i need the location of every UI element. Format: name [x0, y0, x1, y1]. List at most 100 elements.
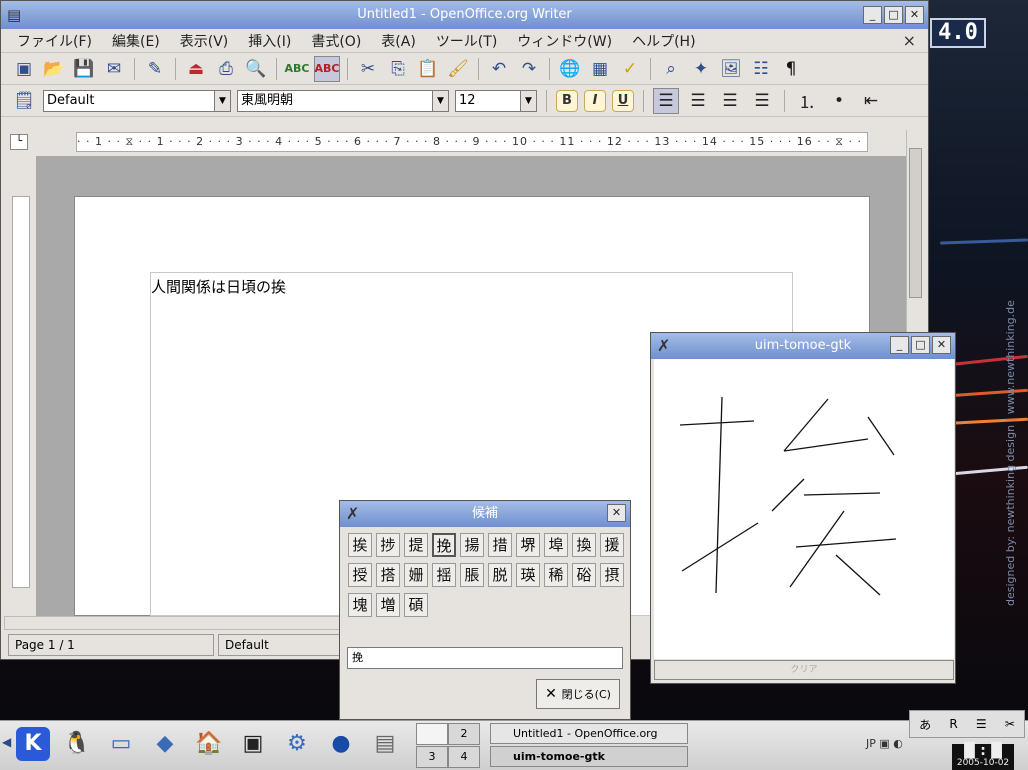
- candidate-char[interactable]: 碩: [404, 593, 428, 617]
- document-text[interactable]: 人間関係は日頃の挨: [151, 276, 286, 297]
- taskbar-scroll-left-icon[interactable]: ◀: [2, 735, 11, 749]
- menu-table[interactable]: 表(A): [371, 31, 426, 51]
- browser-globe-icon[interactable]: ●: [324, 727, 358, 761]
- candidate-char[interactable]: 姗: [404, 563, 428, 587]
- candidate-close-button[interactable]: ✕: [607, 504, 626, 522]
- candidate-char[interactable]: 揺: [432, 563, 456, 587]
- candidate-char[interactable]: 塊: [348, 593, 372, 617]
- styles-formatting-icon[interactable]: 🗒: [11, 88, 37, 114]
- kde-menu-icon[interactable]: K: [16, 727, 50, 761]
- gallery-icon[interactable]: 🖼: [718, 56, 744, 82]
- menu-file[interactable]: ファイル(F): [7, 31, 102, 51]
- candidate-char[interactable]: 硲: [572, 563, 596, 587]
- close-button[interactable]: ✕: [932, 336, 951, 354]
- minimize-button[interactable]: _: [890, 336, 909, 354]
- email-icon[interactable]: ✉: [101, 56, 127, 82]
- task-tomoe[interactable]: uim-tomoe-gtk: [490, 746, 688, 767]
- tray-display-icon[interactable]: ▣: [879, 737, 889, 750]
- underline-button[interactable]: U: [612, 89, 634, 112]
- candidate-char[interactable]: 揚: [460, 533, 484, 557]
- close-document-button[interactable]: ×: [903, 31, 916, 50]
- export-pdf-icon[interactable]: ⏏: [183, 56, 209, 82]
- draw-functions-icon[interactable]: ✓: [617, 56, 643, 82]
- tray-jp-icon[interactable]: JP: [866, 737, 876, 750]
- app-menu-icon[interactable]: ▤: [7, 1, 21, 29]
- maximize-button[interactable]: □: [884, 6, 903, 24]
- candidate-char[interactable]: 脹: [460, 563, 484, 587]
- tomoe-titlebar[interactable]: ✗ uim-tomoe-gtk _ □ ✕: [651, 333, 955, 359]
- menu-tools[interactable]: ツール(T): [426, 31, 507, 51]
- bullets-icon[interactable]: •: [826, 88, 852, 114]
- navigator-icon[interactable]: ✦: [688, 56, 714, 82]
- chevron-down-icon[interactable]: ▼: [214, 90, 230, 111]
- candidate-char[interactable]: 稀: [544, 563, 568, 587]
- tab-stop-selector[interactable]: └: [10, 134, 28, 150]
- menu-insert[interactable]: 挿入(I): [238, 31, 301, 51]
- redo-icon[interactable]: ↷: [516, 56, 542, 82]
- candidate-char[interactable]: 授: [348, 563, 372, 587]
- spellcheck-icon[interactable]: ABC: [284, 56, 310, 82]
- candidate-char[interactable]: 挨: [348, 533, 372, 557]
- candidate-char[interactable]: 援: [600, 533, 624, 557]
- save-icon[interactable]: 💾: [71, 56, 97, 82]
- clock[interactable]: ▐▌:▐▌ 2005-10-02: [952, 744, 1014, 770]
- close-button[interactable]: ✕: [905, 6, 924, 24]
- candidate-char[interactable]: 脱: [488, 563, 512, 587]
- menu-format[interactable]: 書式(O): [301, 31, 371, 51]
- home-icon[interactable]: 🏠: [192, 727, 226, 761]
- pager-desktop-3[interactable]: 3: [416, 746, 448, 768]
- menu-edit[interactable]: 編集(E): [102, 31, 170, 51]
- desktop-icon[interactable]: ◆: [148, 727, 182, 761]
- table-icon[interactable]: ▦: [587, 56, 613, 82]
- paste-icon[interactable]: 📋: [415, 56, 441, 82]
- handwriting-canvas[interactable]: [654, 359, 954, 659]
- candidate-char-selected[interactable]: 挽: [432, 533, 456, 557]
- cut-icon[interactable]: ✂: [355, 56, 381, 82]
- menu-window[interactable]: ウィンドウ(W): [507, 31, 622, 51]
- candidate-char[interactable]: 埠: [544, 533, 568, 557]
- candidate-char[interactable]: 措: [488, 533, 512, 557]
- italic-button[interactable]: I: [584, 89, 606, 112]
- horizontal-ruler[interactable]: · · 1 · · ⧖ · · 1 · · · 2 · · · 3 · · · …: [76, 132, 868, 152]
- autospellcheck-icon[interactable]: ABC: [314, 55, 340, 82]
- konqueror-icon[interactable]: ⚙: [280, 727, 314, 761]
- minimize-button[interactable]: _: [863, 6, 882, 24]
- align-center-icon[interactable]: ☰: [685, 88, 711, 114]
- format-paintbrush-icon[interactable]: 🖌: [445, 56, 471, 82]
- open-icon[interactable]: 📂: [41, 56, 67, 82]
- edit-file-icon[interactable]: ✎: [142, 56, 168, 82]
- candidate-char[interactable]: 換: [572, 533, 596, 557]
- align-right-icon[interactable]: ☰: [717, 88, 743, 114]
- ime-menu-icon[interactable]: ☰: [976, 717, 987, 731]
- candidate-char[interactable]: 増: [376, 593, 400, 617]
- terminal-icon[interactable]: ▣: [236, 727, 270, 761]
- task-writer[interactable]: Untitled1 - OpenOffice.org Writer: [490, 723, 688, 759]
- copy-icon[interactable]: ⎘: [385, 56, 411, 82]
- horizontal-scrollbar[interactable]: [4, 616, 344, 630]
- scrollbar-thumb[interactable]: [909, 148, 922, 298]
- clear-button[interactable]: クリア: [654, 660, 954, 680]
- ime-tools-icon[interactable]: ✂: [1005, 717, 1015, 731]
- bold-button[interactable]: B: [556, 89, 578, 112]
- undo-icon[interactable]: ↶: [486, 56, 512, 82]
- ime-romaji-mode[interactable]: R: [949, 717, 957, 731]
- candidate-input[interactable]: 挽: [347, 647, 623, 669]
- candidate-char[interactable]: 捗: [376, 533, 400, 557]
- chevron-down-icon[interactable]: ▼: [432, 90, 448, 111]
- paragraph-style-select[interactable]: Default ▼: [43, 89, 231, 112]
- align-left-icon[interactable]: ☰: [653, 87, 679, 114]
- pager-desktop-1[interactable]: 1: [416, 723, 448, 745]
- tray-volume-icon[interactable]: ◐: [893, 737, 903, 750]
- close-dialog-button[interactable]: ✕ 閉じる(C): [536, 679, 620, 709]
- candidate-char[interactable]: 提: [404, 533, 428, 557]
- chevron-down-icon[interactable]: ▼: [520, 90, 536, 111]
- menu-view[interactable]: 表示(V): [170, 31, 239, 51]
- pager-desktop-4[interactable]: 4: [448, 746, 480, 768]
- writer-titlebar[interactable]: ▤ Untitled1 - OpenOffice.org Writer _ □ …: [1, 1, 928, 29]
- candidate-char[interactable]: 摂: [600, 563, 624, 587]
- hyperlink-icon[interactable]: 🌐: [557, 56, 583, 82]
- candidate-char[interactable]: 瑛: [516, 563, 540, 587]
- formatting-marks-icon[interactable]: ¶: [778, 56, 804, 82]
- candidate-char[interactable]: 搭: [376, 563, 400, 587]
- print-preview-icon[interactable]: 🔍: [243, 56, 269, 82]
